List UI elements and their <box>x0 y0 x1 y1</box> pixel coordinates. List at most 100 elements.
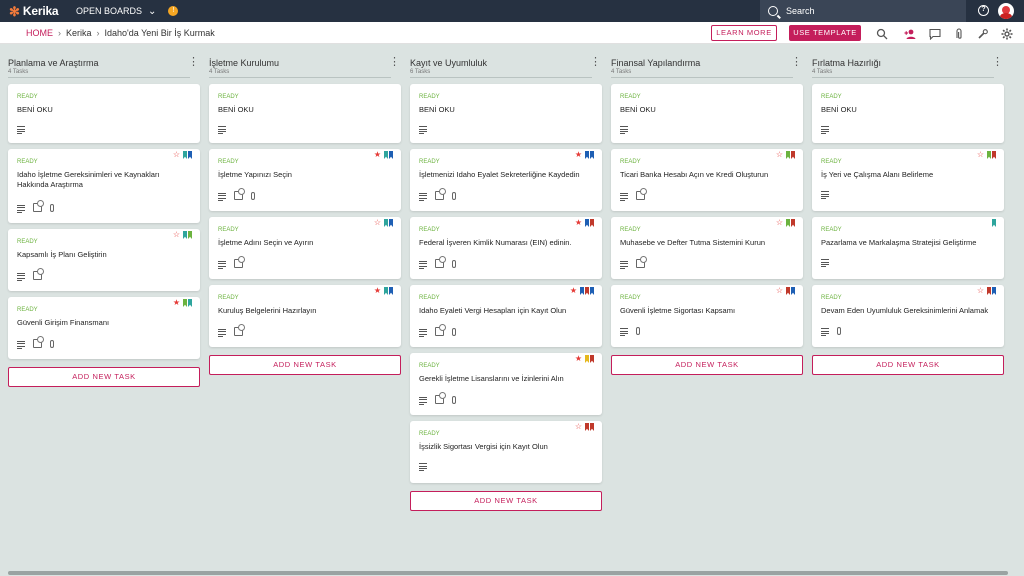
task-card[interactable]: ☆ READY Kapsamlı İş Planı Geliştirin <box>8 229 200 291</box>
org-badge-icon[interactable]: ! <box>168 6 179 16</box>
star-outline-icon[interactable]: ☆ <box>776 219 783 227</box>
card-icons <box>620 256 653 269</box>
star-outline-icon[interactable]: ☆ <box>776 151 783 159</box>
task-status: READY <box>821 94 842 100</box>
star-filled-icon[interactable]: ★ <box>575 151 582 159</box>
column-title[interactable]: Planlama ve Araştırma <box>8 58 99 68</box>
task-card[interactable]: READY Pazarlama ve Markalaşma Stratejisi … <box>812 217 1004 279</box>
task-title[interactable]: BENİ OKU <box>419 105 594 115</box>
task-card[interactable]: ☆ READY İş Yeri ve Çalışma Alanı Belirleme <box>812 149 1004 211</box>
star-outline-icon[interactable]: ☆ <box>374 219 381 227</box>
search-input[interactable] <box>786 6 956 16</box>
chat-icon[interactable] <box>929 27 941 41</box>
task-title[interactable]: İşletme Yapınızı Seçin <box>218 170 393 180</box>
settings-gear-icon[interactable] <box>1001 27 1013 40</box>
chevron-right-icon: › <box>96 27 100 38</box>
add-new-task-button[interactable]: ADD NEW TASK <box>8 367 200 387</box>
add-new-task-button[interactable]: ADD NEW TASK <box>410 491 602 511</box>
star-outline-icon[interactable]: ☆ <box>173 231 180 239</box>
star-outline-icon[interactable]: ☆ <box>977 151 984 159</box>
help-icon[interactable]: ? <box>978 5 989 16</box>
star-filled-icon[interactable]: ★ <box>374 151 381 159</box>
star-filled-icon[interactable]: ★ <box>374 287 381 295</box>
task-card[interactable]: ★ READY İşletmenizi Idaho Eyalet Sekreterl… <box>410 149 602 211</box>
task-title[interactable]: Ticari Banka Hesabı Açın ve Kredi Oluştu… <box>620 170 795 180</box>
task-title[interactable]: İşletmenizi Idaho Eyalet Sekreterliğine … <box>419 170 594 180</box>
add-new-task-button[interactable]: ADD NEW TASK <box>209 355 401 375</box>
star-outline-icon[interactable]: ☆ <box>776 287 783 295</box>
task-title[interactable]: Idaho Eyaleti Vergi Hesapları için Kayıt… <box>419 306 594 316</box>
column-menu-icon[interactable]: ⋮ <box>389 56 400 70</box>
horizontal-scrollbar[interactable] <box>8 571 1008 575</box>
column-title[interactable]: Fırlatma Hazırlığı <box>812 58 881 68</box>
breadcrumb-team[interactable]: Kerika <box>66 28 92 38</box>
breadcrumb-home[interactable]: HOME <box>26 28 53 38</box>
star-outline-icon[interactable]: ☆ <box>173 151 180 159</box>
task-card[interactable]: READY BENİ OKU <box>209 84 401 143</box>
star-filled-icon[interactable]: ★ <box>570 287 577 295</box>
task-title[interactable]: BENİ OKU <box>17 105 192 115</box>
card-flags: ☆ <box>776 219 795 227</box>
task-card[interactable]: ☆ READY Muhasebe ve Defter Tutma Sistemini… <box>611 217 803 279</box>
task-card[interactable]: READY BENİ OKU <box>812 84 1004 143</box>
attachment-icon[interactable] <box>953 27 965 39</box>
task-card[interactable]: ☆ READY İşsizlik Sigortası Vergisi için Ka… <box>410 421 602 483</box>
use-template-button[interactable]: USE TEMPLATE <box>789 25 861 41</box>
kerika-logo[interactable]: ✻ Kerika <box>9 4 67 18</box>
card-flags: ★ <box>575 355 594 363</box>
task-card[interactable]: ★ READY Güvenli Girişim Finansmanı <box>8 297 200 359</box>
task-title[interactable]: BENİ OKU <box>620 105 795 115</box>
star-filled-icon[interactable]: ★ <box>575 219 582 227</box>
task-title[interactable]: Devam Eden Uyumluluk Gereksinimlerini An… <box>821 306 996 316</box>
task-title[interactable]: Federal İşveren Kimlik Numarası (EIN) ed… <box>419 238 594 248</box>
star-filled-icon[interactable]: ★ <box>173 299 180 307</box>
column-menu-icon[interactable]: ⋮ <box>188 56 199 70</box>
task-card[interactable]: ★ READY Kuruluş Belgelerini Hazırlayın <box>209 285 401 347</box>
add-person-icon[interactable] <box>904 27 916 39</box>
search-bar[interactable] <box>760 0 966 22</box>
task-title[interactable]: Kuruluş Belgelerini Hazırlayın <box>218 306 393 316</box>
column-menu-icon[interactable]: ⋮ <box>590 56 601 70</box>
task-title[interactable]: BENİ OKU <box>821 105 996 115</box>
add-new-task-button[interactable]: ADD NEW TASK <box>812 355 1004 375</box>
task-title[interactable]: Kapsamlı İş Planı Geliştirin <box>17 250 192 260</box>
task-title[interactable]: İşletme Adını Seçin ve Ayırın <box>218 238 393 248</box>
task-title[interactable]: Güvenli Girişim Finansmanı <box>17 318 192 328</box>
column-title[interactable]: Kayıt ve Uyumluluk <box>410 58 487 68</box>
user-avatar[interactable] <box>998 3 1014 19</box>
column-title[interactable]: İşletme Kurulumu <box>209 58 279 68</box>
task-card[interactable]: ☆ READY İşletme Adını Seçin ve Ayırın <box>209 217 401 279</box>
star-outline-icon[interactable]: ☆ <box>575 423 582 431</box>
column-menu-icon[interactable]: ⋮ <box>992 56 1003 70</box>
column-menu-icon[interactable]: ⋮ <box>791 56 802 70</box>
task-card[interactable]: ★ READY Gerekli İşletme Lisanslarını ve İz… <box>410 353 602 415</box>
tag-ribbon-icon <box>384 287 388 295</box>
task-card[interactable]: ☆ READY Idaho İşletme Gereksinimleri ve Ka… <box>8 149 200 223</box>
task-title[interactable]: Gerekli İşletme Lisanslarını ve İzinleri… <box>419 374 594 384</box>
open-boards-menu[interactable]: OPEN BOARDS ⌄ <box>76 6 156 17</box>
task-card[interactable]: ★ READY İşletme Yapınızı Seçin <box>209 149 401 211</box>
task-card[interactable]: ★ READY Federal İşveren Kimlik Numarası (E… <box>410 217 602 279</box>
task-card[interactable]: ☆ READY Ticari Banka Hesabı Açın ve Kredi … <box>611 149 803 211</box>
task-title[interactable]: BENİ OKU <box>218 105 393 115</box>
task-title[interactable]: İş Yeri ve Çalışma Alanı Belirleme <box>821 170 996 180</box>
add-new-task-button[interactable]: ADD NEW TASK <box>611 355 803 375</box>
column-title[interactable]: Finansal Yapılandırma <box>611 58 700 68</box>
board-search-icon[interactable] <box>876 27 888 40</box>
task-card[interactable]: READY BENİ OKU <box>410 84 602 143</box>
task-title[interactable]: Pazarlama ve Markalaşma Stratejisi Geliş… <box>821 238 996 248</box>
task-title[interactable]: İşsizlik Sigortası Vergisi için Kayıt Ol… <box>419 442 594 452</box>
task-card[interactable]: ☆ READY Güvenli İşletme Sigortası Kapsamı <box>611 285 803 347</box>
tools-icon[interactable] <box>977 27 989 39</box>
star-filled-icon[interactable]: ★ <box>575 355 582 363</box>
task-title[interactable]: Muhasebe ve Defter Tutma Sistemini Kurun <box>620 238 795 248</box>
task-title[interactable]: Güvenli İşletme Sigortası Kapsamı <box>620 306 795 316</box>
task-card[interactable]: READY BENİ OKU <box>8 84 200 143</box>
learn-more-button[interactable]: LEARN MORE <box>711 25 777 41</box>
task-card[interactable]: ★ READY Idaho Eyaleti Vergi Hesapları için… <box>410 285 602 347</box>
task-title[interactable]: Idaho İşletme Gereksinimleri ve Kaynakla… <box>17 170 192 190</box>
task-card[interactable]: READY BENİ OKU <box>611 84 803 143</box>
star-outline-icon[interactable]: ☆ <box>977 287 984 295</box>
task-card[interactable]: ☆ READY Devam Eden Uyumluluk Gereksinimler… <box>812 285 1004 347</box>
card-flags <box>991 219 996 227</box>
